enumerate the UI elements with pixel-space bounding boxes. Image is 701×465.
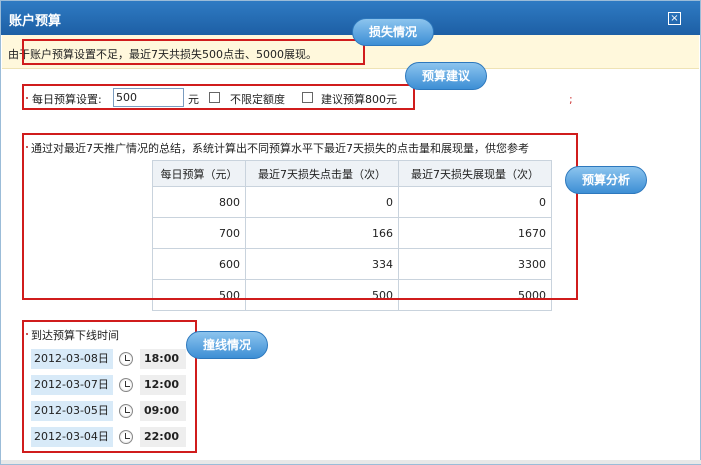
stray-mark: ; — [569, 93, 573, 106]
budget-highlight-box — [22, 84, 415, 110]
analysis-callout-label: 预算分析 — [582, 173, 631, 187]
analysis-highlight-box — [22, 133, 578, 300]
budget-callout-label: 预算建议 — [422, 69, 471, 83]
budget-callout: 预算建议 — [405, 62, 488, 90]
account-budget-dialog: 账户预算 × 由于账户预算设置不足，最近7天共损失500点击、5000展现。 损… — [0, 0, 701, 465]
offline-highlight-box — [22, 320, 197, 453]
dialog-bottom-edge — [1, 460, 701, 464]
dialog-title: 账户预算 — [9, 14, 62, 29]
offline-callout-label: 撞线情况 — [203, 338, 252, 352]
dialog-titlebar: 账户预算 × — [1, 1, 700, 35]
analysis-callout: 预算分析 — [565, 166, 648, 194]
close-icon[interactable]: × — [668, 12, 681, 25]
loss-callout-label: 损失情况 — [369, 25, 418, 39]
loss-highlight-box — [22, 39, 365, 65]
loss-callout: 损失情况 — [352, 18, 435, 46]
offline-callout: 撞线情况 — [186, 331, 269, 359]
